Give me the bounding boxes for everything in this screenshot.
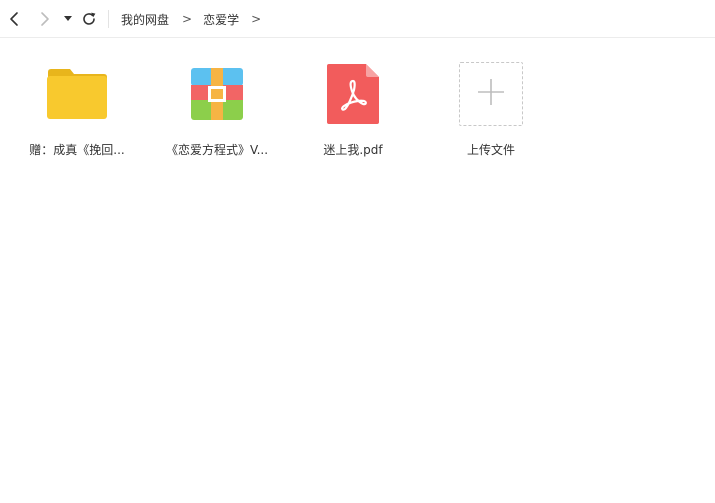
- breadcrumb-item-root[interactable]: 我的网盘: [121, 11, 169, 28]
- file-item-pdf[interactable]: 迷上我.pdf: [291, 57, 415, 169]
- forward-button[interactable]: [35, 9, 55, 29]
- file-grid: 赠：成真《挽回... 《恋爱方程式》V... 迷上我.pdf 上传文件: [0, 39, 715, 503]
- chevron-left-icon: [9, 11, 21, 27]
- caret-down-icon: [64, 16, 72, 22]
- upload-file-button[interactable]: 上传文件: [429, 57, 553, 169]
- file-name: 《恋爱方程式》V...: [165, 143, 269, 157]
- chevron-right-icon: [39, 11, 51, 27]
- history-dropdown-button[interactable]: [59, 9, 77, 29]
- breadcrumb: 我的网盘 > 恋爱学 >: [121, 0, 261, 38]
- refresh-button[interactable]: [79, 9, 99, 29]
- breadcrumb-separator[interactable]: >: [251, 12, 261, 26]
- pdf-icon: [318, 59, 388, 129]
- toolbar-divider: [108, 10, 109, 28]
- toolbar: 我的网盘 > 恋爱学 >: [0, 0, 715, 38]
- plus-icon: [476, 77, 506, 111]
- upload-label: 上传文件: [466, 143, 515, 157]
- refresh-icon: [81, 11, 97, 27]
- archive-icon: [182, 59, 252, 129]
- file-name: 赠：成真《挽回...: [29, 143, 125, 157]
- back-button[interactable]: [5, 9, 25, 29]
- breadcrumb-item-current[interactable]: 恋爱学: [203, 11, 239, 28]
- folder-icon: [42, 59, 112, 129]
- file-item-folder[interactable]: 赠：成真《挽回...: [15, 57, 139, 169]
- file-item-archive[interactable]: 《恋爱方程式》V...: [155, 57, 279, 169]
- upload-dropzone[interactable]: [459, 62, 523, 126]
- file-name: 迷上我.pdf: [323, 143, 383, 157]
- breadcrumb-separator: >: [182, 12, 193, 26]
- upload-thumb: [456, 59, 526, 129]
